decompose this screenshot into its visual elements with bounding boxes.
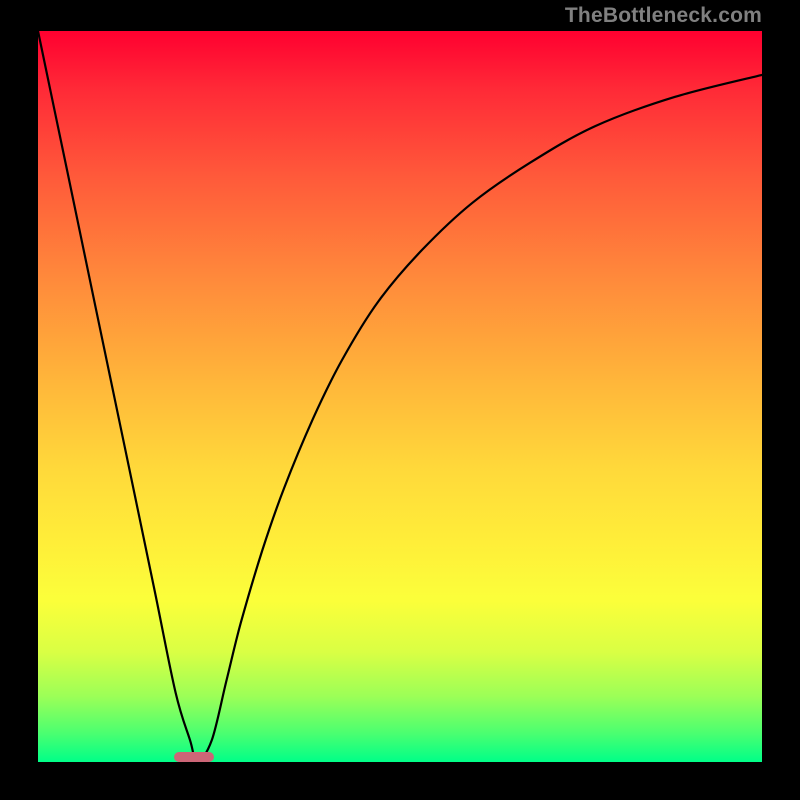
optimal-marker xyxy=(174,752,214,762)
chart-frame: TheBottleneck.com xyxy=(0,0,800,800)
watermark-text: TheBottleneck.com xyxy=(565,4,762,28)
curve-path xyxy=(38,31,762,762)
bottleneck-curve xyxy=(38,31,762,762)
plot-area xyxy=(38,31,762,762)
